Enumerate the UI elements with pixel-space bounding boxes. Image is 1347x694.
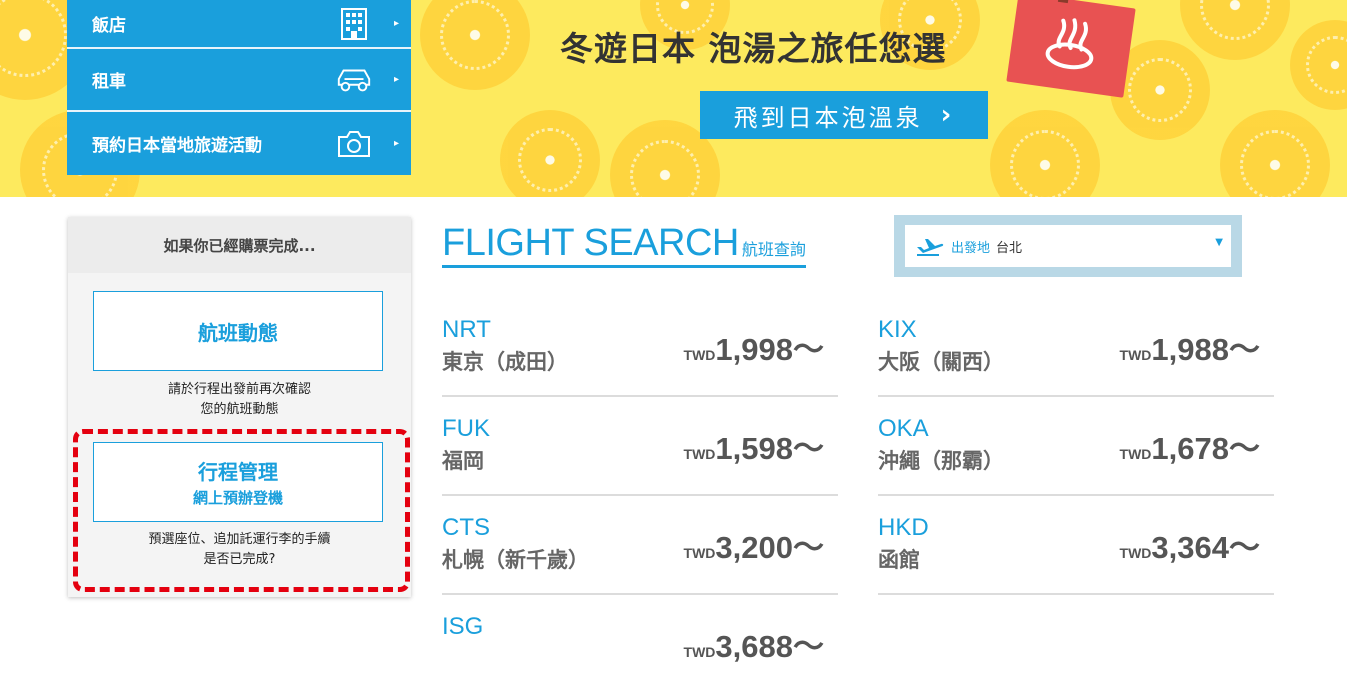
banner-flower-decoration xyxy=(420,0,530,90)
origin-label: 出發地 xyxy=(951,240,991,256)
route-code: OKA xyxy=(878,415,929,442)
origin-selector: 出發地 台北 ▼ xyxy=(894,215,1242,277)
route-code: NRT xyxy=(442,316,491,343)
price-suffix: ～ xyxy=(793,332,824,367)
hot-spring-icon xyxy=(1045,18,1094,70)
chevron-right-icon: › xyxy=(940,100,955,130)
route-item-cts[interactable]: CTS 札幌（新千歲） TWD3,200～ xyxy=(442,496,838,595)
route-price: TWD3,688～ xyxy=(684,621,824,666)
price-currency: TWD xyxy=(1119,446,1152,462)
title-underline xyxy=(442,265,806,268)
route-item-hkd[interactable]: HKD 函館 TWD3,364～ xyxy=(878,496,1274,595)
price-currency: TWD xyxy=(683,545,716,561)
price-suffix: ～ xyxy=(793,530,824,565)
price-value: 1,678 xyxy=(1151,431,1229,466)
route-code: FUK xyxy=(442,415,490,442)
flight-status-note-line: 請於行程出發前再次確認 xyxy=(167,382,311,397)
price-currency: TWD xyxy=(683,644,716,660)
price-currency: TWD xyxy=(1119,545,1152,561)
onsen-cta-button[interactable]: 飛到日本泡溫泉 › xyxy=(700,91,988,139)
route-item-fuk[interactable]: FUK 福岡 TWD1,598～ xyxy=(442,397,838,496)
route-city: 沖繩（那霸） xyxy=(878,449,1004,473)
price-value: 3,688 xyxy=(715,629,793,664)
flag-rod xyxy=(1057,0,1070,4)
car-icon xyxy=(335,63,373,97)
building-icon xyxy=(335,7,373,41)
flight-search-title-zh: 航班查詢 xyxy=(741,240,806,259)
banner-flower-decoration xyxy=(990,110,1100,197)
banner-flower-decoration xyxy=(1290,20,1347,110)
price-value: 1,998 xyxy=(715,332,793,367)
route-price: TWD3,364～ xyxy=(1120,522,1260,567)
route-item-nrt[interactable]: NRT 東京（成田） TWD1,998～ xyxy=(442,298,838,397)
chevron-right-icon: ▸ xyxy=(393,74,399,85)
route-price: TWD1,598～ xyxy=(684,423,824,468)
price-value: 1,598 xyxy=(715,431,793,466)
route-item-kix[interactable]: KIX 大阪（關西） TWD1,988～ xyxy=(878,298,1274,397)
flight-search-title-en: FLIGHT SEARCH xyxy=(442,222,739,264)
chevron-right-icon: ▸ xyxy=(393,18,399,29)
chevron-right-icon: ▸ xyxy=(393,138,399,149)
flight-status-button[interactable]: 航班動態 xyxy=(93,291,383,371)
price-suffix: ～ xyxy=(793,431,824,466)
route-code: CTS xyxy=(442,514,490,541)
route-price: TWD1,988～ xyxy=(1120,324,1260,369)
route-item-oka[interactable]: OKA 沖繩（那霸） TWD1,678～ xyxy=(878,397,1274,496)
departure-plane-icon xyxy=(917,239,944,256)
flight-search-title: FLIGHT SEARCH 航班查詢 xyxy=(442,222,806,265)
price-currency: TWD xyxy=(1119,347,1152,363)
banner-flower-decoration xyxy=(1220,110,1330,197)
price-suffix: ～ xyxy=(1229,530,1260,565)
panel-heading: 如果你已經購票完成... xyxy=(68,217,411,273)
menu-item-local-activities[interactable]: 預約日本當地旅遊活動 ▸ xyxy=(67,112,411,175)
origin-dropdown[interactable]: 出發地 台北 ▼ xyxy=(905,225,1231,267)
price-suffix: ～ xyxy=(1229,431,1260,466)
menu-item-label: 租車 xyxy=(92,72,126,92)
flight-status-note: 請於行程出發前再次確認 您的航班動態 xyxy=(68,380,411,420)
menu-item-label: 飯店 xyxy=(92,16,126,36)
flight-status-note-line: 您的航班動態 xyxy=(200,402,279,417)
service-menu: 飯店 ▸ 租車 ▸ 預約日本當地旅遊活動 ▸ xyxy=(67,0,411,175)
menu-item-label: 預約日本當地旅遊活動 xyxy=(92,136,262,156)
price-value: 3,364 xyxy=(1151,530,1229,565)
price-suffix: ～ xyxy=(793,629,824,664)
route-city: 函館 xyxy=(878,548,920,572)
price-value: 3,200 xyxy=(715,530,793,565)
route-price: TWD3,200～ xyxy=(684,522,824,567)
caret-down-icon: ▼ xyxy=(1215,237,1223,248)
menu-item-hotel[interactable]: 飯店 ▸ xyxy=(67,0,411,49)
origin-city: 台北 xyxy=(996,240,1023,256)
route-item-isg[interactable]: ISG TWD3,688～ xyxy=(442,595,838,694)
flight-status-label: 航班動態 xyxy=(198,320,278,345)
banner-flower-decoration xyxy=(500,110,600,197)
menu-item-car-rental[interactable]: 租車 ▸ xyxy=(67,49,411,112)
route-city: 札幌（新千歲） xyxy=(442,548,589,572)
price-currency: TWD xyxy=(683,446,716,462)
route-city: 大阪（關西） xyxy=(878,350,1004,374)
route-code: HKD xyxy=(878,514,929,541)
route-price: TWD1,678～ xyxy=(1120,423,1260,468)
camera-icon xyxy=(335,127,373,161)
price-currency: TWD xyxy=(683,347,716,363)
route-code: ISG xyxy=(442,613,484,640)
highlight-dashed-outline xyxy=(73,429,410,592)
price-suffix: ～ xyxy=(1229,332,1260,367)
onsen-flag-icon xyxy=(1006,0,1136,98)
route-code: KIX xyxy=(878,316,917,343)
banner-title: 冬遊日本 泡湯之旅任您選 xyxy=(560,29,947,68)
banner-flower-decoration xyxy=(1180,0,1290,60)
onsen-cta-label: 飛到日本泡溫泉 xyxy=(733,103,923,132)
route-price: TWD1,998～ xyxy=(684,324,824,369)
route-city: 福岡 xyxy=(442,449,484,473)
price-value: 1,988 xyxy=(1151,332,1229,367)
route-city: 東京（成田） xyxy=(442,350,568,374)
